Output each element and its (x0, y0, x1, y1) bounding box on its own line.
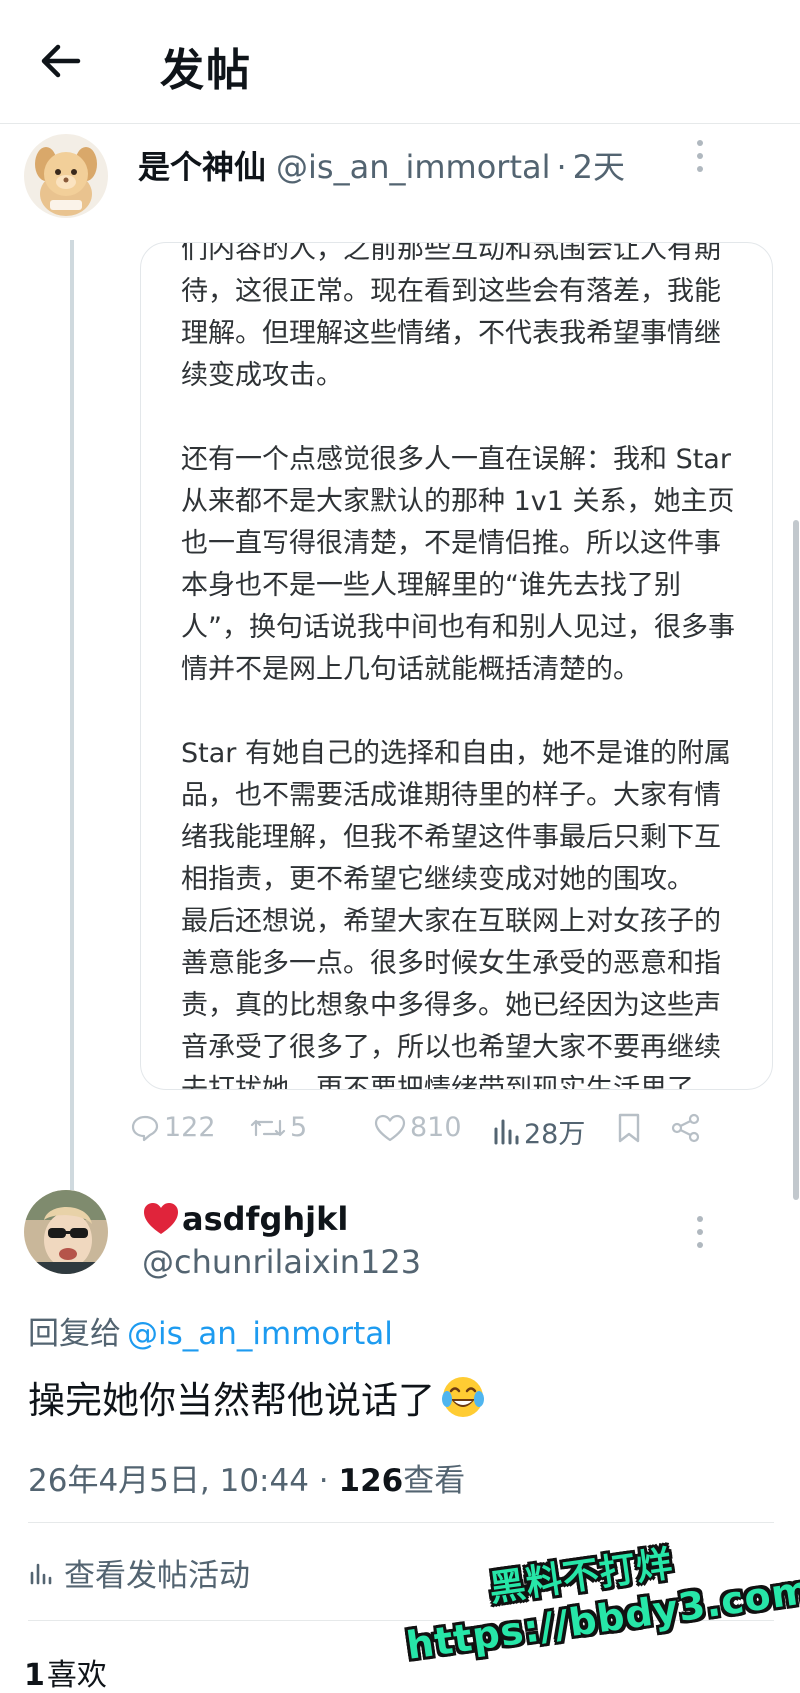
quote-paragraph: 还有一个点感觉很多人一直在误解：我和 Star 从来都不是大家默认的那种 1v1… (181, 444, 735, 685)
likes-count: 1 (24, 1658, 45, 1693)
share-button[interactable] (670, 1112, 706, 1144)
separator-dot: · (556, 148, 567, 186)
post-meta: 26年4月5日, 10:44 · 126查看 (28, 1455, 465, 1500)
post-image-card[interactable]: 们内容的人，之前那些互动和氛围会让人有期待，这很正常。现在看到这些会有落差，我能… (140, 242, 773, 1090)
quote-paragraph: 们内容的人，之前那些互动和氛围会让人有期待，这很正常。现在看到这些会有落差，我能… (181, 242, 721, 391)
views-label: 查看 (403, 1463, 466, 1499)
bookmark-button[interactable] (616, 1112, 646, 1144)
laughing-emoji-icon (442, 1377, 484, 1417)
quote-paragraph: 最后还想说，希望大家在互联网上对女孩子的善意能多一点。很多时候女生承受的恶意和指… (181, 906, 721, 1090)
view-post-activity-link[interactable]: 查看发帖活动 (28, 1550, 250, 1595)
user-handle[interactable]: @chunrilaixin123 (142, 1243, 421, 1281)
like-count: 810 (410, 1112, 462, 1143)
reply-body: 操完她你当然帮他说话了 (28, 1370, 487, 1424)
page-title: 发帖 (160, 45, 252, 96)
likes-label: 喜欢 (46, 1658, 107, 1693)
reply-display-name[interactable]: asdfghjkl (142, 1200, 348, 1238)
bar-chart-icon (30, 1563, 52, 1584)
mention-link[interactable]: @is_an_immortal (127, 1316, 393, 1352)
repost-icon (250, 1119, 286, 1136)
quote-paragraph: Star 有她自己的选择和自由，她不是谁的附属品，也不需要活成谁期待里的样子。大… (181, 738, 731, 895)
activity-label: 查看发帖活动 (64, 1558, 250, 1594)
watermark: 黑料不打烊 https://bbdy3.com (396, 1519, 800, 1693)
red-heart-icon (144, 1203, 178, 1234)
post-action-bar: 122 5 810 28万 (131, 1112, 780, 1152)
display-name: asdfghjkl (182, 1200, 349, 1238)
repost-count: 5 (290, 1112, 308, 1143)
views-count: 126 (338, 1463, 404, 1499)
reply-icon (131, 1115, 159, 1141)
separator-dot: · (318, 1463, 329, 1499)
views-button[interactable]: 28万 (492, 1112, 585, 1151)
post-date: 26年4月5日, 10:44 (28, 1463, 309, 1499)
scrollbar[interactable] (793, 520, 799, 1200)
avatar[interactable] (24, 134, 108, 218)
view-count: 28万 (524, 1119, 586, 1150)
reply-button[interactable]: 122 (130, 1112, 216, 1143)
likes-summary[interactable]: 1喜欢 (24, 1650, 107, 1693)
bar-chart-icon (494, 1119, 519, 1144)
repost-button[interactable]: 5 (250, 1112, 307, 1143)
top-bar: 发帖 (0, 0, 800, 124)
post-image-text: 们内容的人，之前那些互动和氛围会让人有期待，这很正常。现在看到这些会有落差，我能… (181, 242, 741, 1090)
bookmark-icon (618, 1113, 640, 1143)
like-button[interactable]: 810 (374, 1112, 462, 1143)
reply-text: 操完她你当然帮他说话了 (28, 1379, 435, 1422)
post-time: 2天 (572, 148, 626, 186)
avatar[interactable] (24, 1190, 108, 1274)
thread-connector-line (70, 240, 74, 1190)
more-options-icon[interactable] (694, 140, 706, 174)
replying-to: 回复给 @is_an_immortal (28, 1308, 393, 1353)
replying-to-label: 回复给 (28, 1316, 121, 1352)
arrow-left-icon[interactable] (38, 38, 84, 84)
post-header: 是个神仙 @is_an_immortal · 2天 (138, 142, 625, 188)
reply-count: 122 (164, 1112, 216, 1143)
heart-outline-icon (374, 1114, 406, 1141)
share-icon (671, 1113, 700, 1143)
divider (28, 1522, 774, 1523)
user-handle[interactable]: @is_an_immortal (276, 148, 550, 186)
display-name[interactable]: 是个神仙 (138, 148, 266, 186)
more-options-icon[interactable] (694, 1216, 706, 1250)
